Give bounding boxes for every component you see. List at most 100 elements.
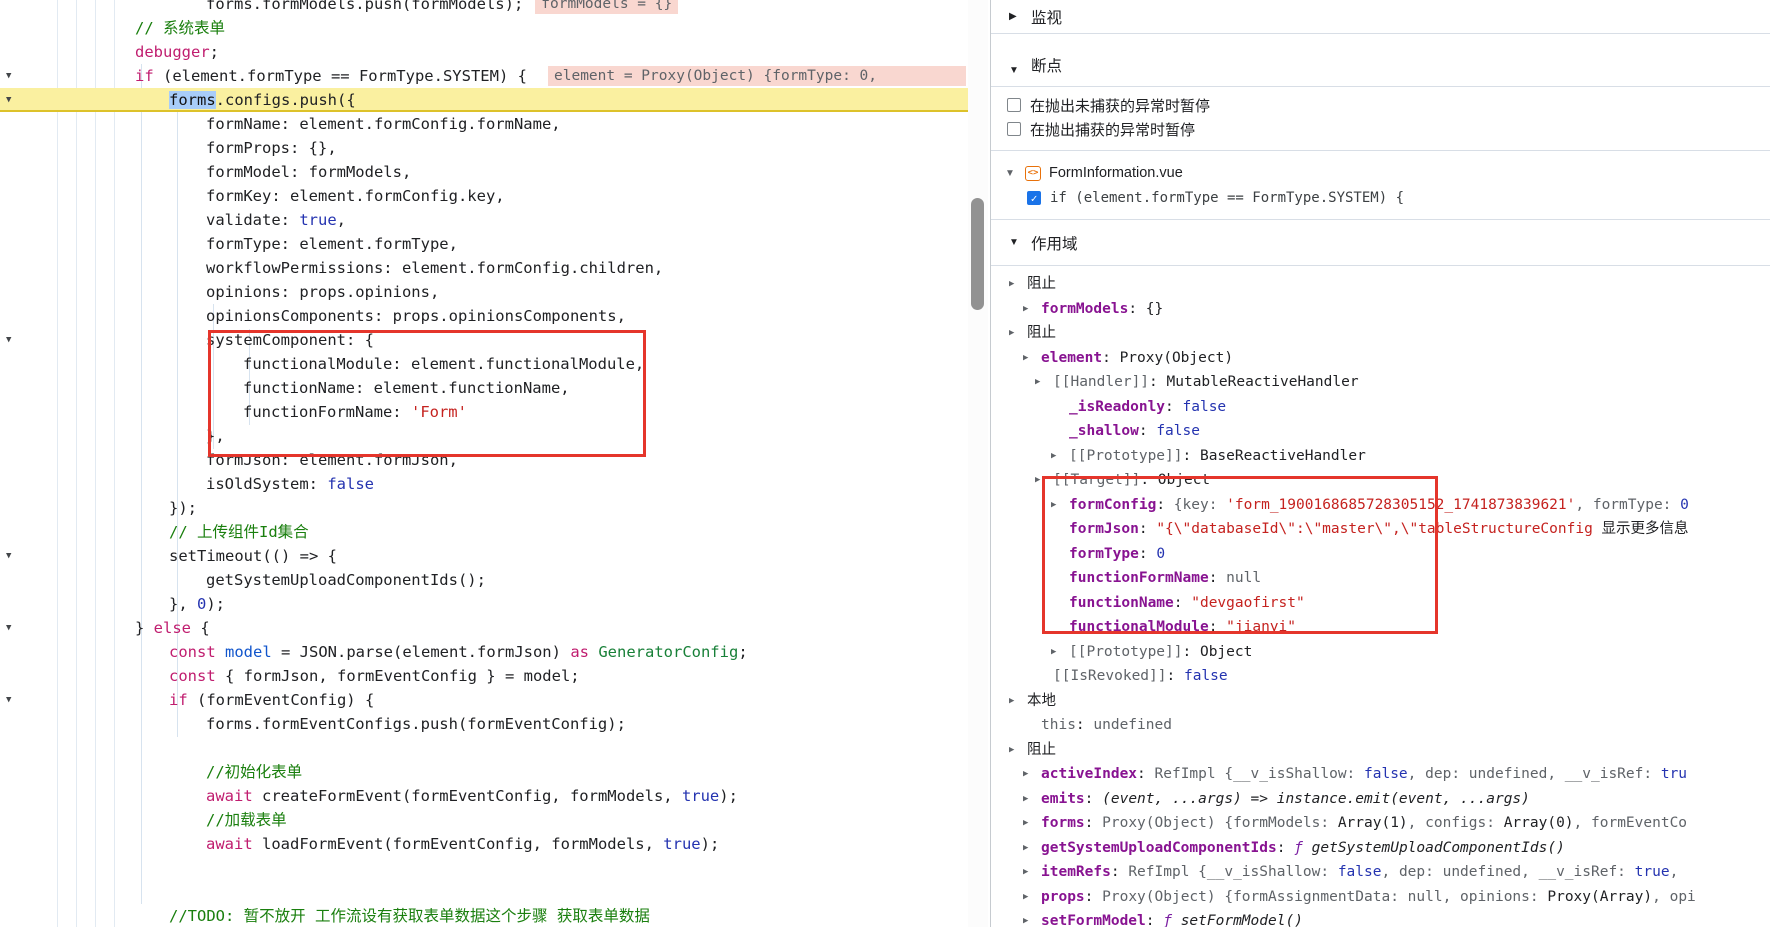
expand-arrow-icon[interactable]: ▶ [1009, 321, 1014, 346]
code-line[interactable]: functionalModule: element.functionalModu… [0, 352, 968, 376]
expand-arrow-icon[interactable]: ▶ [1023, 909, 1028, 927]
code-line[interactable]: ▼systemComponent: { [0, 328, 968, 352]
code-line[interactable]: formName: element.formConfig.formName, [0, 112, 968, 136]
scope-tree-row[interactable]: ▶activeIndex: RefImpl {__v_isShallow: fa… [991, 762, 1770, 787]
expand-arrow-icon[interactable]: ▶ [1009, 689, 1014, 714]
code-line[interactable]: ▼setTimeout(() => { [0, 544, 968, 568]
code-editor[interactable]: forms.formModels.push(formModels);formMo… [0, 0, 990, 927]
expand-arrow-icon[interactable]: ▶ [1023, 297, 1028, 322]
breakpoints-section-header[interactable]: ▼ 断点 [991, 34, 1770, 87]
scope-section-header[interactable]: ▼ 作用域 [991, 220, 1770, 266]
expand-arrow-icon[interactable]: ▶ [1035, 370, 1040, 395]
editor-scrollbar-track[interactable] [968, 0, 988, 927]
code-line[interactable]: formJson: element.formJson, [0, 448, 968, 472]
execution-line[interactable]: ▼forms.configs.push({ [0, 88, 968, 112]
expand-arrow-icon[interactable]: ▶ [1051, 493, 1056, 518]
code-line[interactable]: formType: element.formType, [0, 232, 968, 256]
scope-tree-row[interactable]: ▶[[Prototype]]: Object [991, 640, 1770, 665]
code-line[interactable]: formProps: {}, [0, 136, 968, 160]
scope-tree-row[interactable]: [[IsRevoked]]: false [991, 664, 1770, 689]
expand-arrow-icon[interactable]: ▶ [1023, 860, 1028, 885]
code-line[interactable]: const model = JSON.parse(element.formJso… [0, 640, 968, 664]
code-line[interactable] [0, 856, 968, 880]
pause-caught-checkbox[interactable] [1007, 122, 1021, 136]
expand-arrow-icon[interactable]: ▶ [1023, 346, 1028, 371]
scope-tree-row[interactable]: ▶阻止 [991, 272, 1770, 297]
expand-arrow-icon[interactable]: ▶ [1009, 272, 1014, 297]
code-line[interactable]: workflowPermissions: element.formConfig.… [0, 256, 968, 280]
scope-tree-row[interactable]: ▶getSystemUploadComponentIds: ƒ getSyste… [991, 836, 1770, 861]
code-line[interactable]: getSystemUploadComponentIds(); [0, 568, 968, 592]
editor-scrollbar-thumb[interactable] [971, 198, 984, 310]
pause-uncaught-checkbox[interactable] [1007, 98, 1021, 112]
scope-tree-row[interactable]: ▶itemRefs: RefImpl {__v_isShallow: false… [991, 860, 1770, 885]
code-line[interactable] [0, 880, 968, 904]
code-line[interactable]: // 上传组件Id集合 [0, 520, 968, 544]
scope-tree-row[interactable]: ▶[[Handler]]: MutableReactiveHandler [991, 370, 1770, 395]
expand-arrow-icon[interactable]: ▶ [1023, 762, 1028, 787]
expand-arrow-icon[interactable]: ▶ [1023, 787, 1028, 812]
scope-tree-row[interactable]: ▶阻止 [991, 321, 1770, 346]
scope-tree-row[interactable]: _shallow: false [991, 419, 1770, 444]
code-line[interactable]: ▼if (formEventConfig) { [0, 688, 968, 712]
fold-arrow-icon[interactable]: ▼ [6, 328, 20, 352]
fold-arrow-icon[interactable]: ▼ [6, 688, 20, 712]
breakpoint-entry-row[interactable]: ✓ if (element.formType == FormType.SYSTE… [991, 186, 1770, 210]
code-line[interactable]: //TODO: 暂不放开 工作流设有获取表单数据这个步骤 获取表单数据 [0, 904, 968, 927]
code-line[interactable]: opinionsComponents: props.opinionsCompon… [0, 304, 968, 328]
code-line[interactable]: await createFormEvent(formEventConfig, f… [0, 784, 968, 808]
scope-tree-row[interactable]: functionName: "devgaofirst" [991, 591, 1770, 616]
code-line[interactable]: }, [0, 424, 968, 448]
scope-tree-row[interactable]: ▶[[Target]]: Object [991, 468, 1770, 493]
breakpoint-file-row[interactable]: ▼ <> FormInformation.vue [991, 160, 1770, 186]
code-line[interactable]: forms.formEventConfigs.push(formEventCon… [0, 712, 968, 736]
scope-tree-row[interactable]: ▶element: Proxy(Object) [991, 346, 1770, 371]
breakpoint-enabled-checkbox[interactable]: ✓ [1027, 191, 1041, 205]
fold-arrow-icon[interactable]: ▼ [6, 88, 20, 112]
scope-tree-row[interactable]: ▶阻止 [991, 738, 1770, 763]
code-line[interactable]: formKey: element.formConfig.key, [0, 184, 968, 208]
scope-tree-row[interactable]: ▶formConfig: {key: 'form_190016868572830… [991, 493, 1770, 518]
scope-tree-row[interactable]: ▶emits: (event, ...args) => instance.emi… [991, 787, 1770, 812]
expand-arrow-icon[interactable]: ▶ [1051, 640, 1056, 665]
code-line[interactable]: // 系统表单 [0, 16, 968, 40]
code-line[interactable]: }, 0); [0, 592, 968, 616]
scope-tree-row[interactable]: formType: 0 [991, 542, 1770, 567]
code-line[interactable]: debugger; [0, 40, 968, 64]
watch-section-header[interactable]: ▶ 监视 [991, 0, 1770, 34]
scope-tree-row[interactable]: ▶[[Prototype]]: BaseReactiveHandler [991, 444, 1770, 469]
code-line[interactable]: await loadFormEvent(formEventConfig, for… [0, 832, 968, 856]
code-line[interactable]: //加载表单 [0, 808, 968, 832]
code-line[interactable]: isOldSystem: false [0, 472, 968, 496]
code-line[interactable]: functionFormName: 'Form' [0, 400, 968, 424]
expand-arrow-icon[interactable]: ▶ [1023, 836, 1028, 861]
expand-arrow-icon[interactable]: ▶ [1051, 444, 1056, 469]
scope-tree-row[interactable]: ▶setFormModel: ƒ setFormModel() [991, 909, 1770, 927]
pause-uncaught-exceptions-row[interactable]: 在抛出未捕获的异常时暂停 [991, 93, 1770, 117]
code-line[interactable]: forms.formModels.push(formModels);formMo… [0, 0, 968, 16]
expand-arrow-icon[interactable]: ▶ [1023, 811, 1028, 836]
scope-tree-row[interactable]: formJson: "{\"databaseId\":\"master\",\"… [991, 517, 1770, 542]
pause-caught-exceptions-row[interactable]: 在抛出捕获的异常时暂停 [991, 117, 1770, 141]
scope-tree-row[interactable]: this: undefined [991, 713, 1770, 738]
scope-tree-row[interactable]: functionFormName: null [991, 566, 1770, 591]
scope-tree-row[interactable]: ▶本地 [991, 689, 1770, 714]
code-line[interactable] [0, 736, 968, 760]
code-line[interactable]: }); [0, 496, 968, 520]
fold-arrow-icon[interactable]: ▼ [6, 616, 20, 640]
code-line[interactable]: functionName: element.functionName, [0, 376, 968, 400]
scope-tree-row[interactable]: functionalModule: "jianyi" [991, 615, 1770, 640]
scope-tree-row[interactable]: ▶props: Proxy(Object) {formAssignmentDat… [991, 885, 1770, 910]
fold-arrow-icon[interactable]: ▼ [6, 64, 20, 88]
code-line[interactable]: ▼} else { [0, 616, 968, 640]
fold-arrow-icon[interactable]: ▼ [6, 544, 20, 568]
code-line[interactable]: //初始化表单 [0, 760, 968, 784]
expand-arrow-icon[interactable]: ▶ [1009, 738, 1014, 763]
scope-tree-row[interactable]: ▶forms: Proxy(Object) {formModels: Array… [991, 811, 1770, 836]
code-line[interactable]: ▼if (element.formType == FormType.SYSTEM… [0, 64, 968, 88]
expand-arrow-icon[interactable]: ▶ [1023, 885, 1028, 910]
expand-arrow-icon[interactable]: ▶ [1035, 468, 1040, 493]
scope-tree-row[interactable]: ▶formModels: {} [991, 297, 1770, 322]
code-line[interactable]: opinions: props.opinions, [0, 280, 968, 304]
code-line[interactable]: formModel: formModels, [0, 160, 968, 184]
